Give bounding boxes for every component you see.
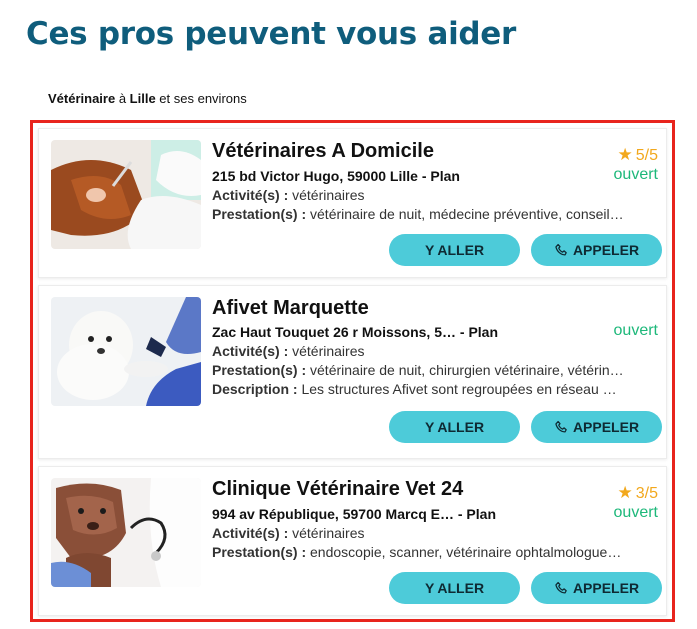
activity-label: Activité(s) : xyxy=(212,525,289,541)
activity-value: vétérinaires xyxy=(292,525,365,541)
activity-value: vétérinaires xyxy=(292,343,365,359)
description-line: Description : Les structures Afivet sont… xyxy=(212,381,664,397)
search-suffix: et ses environs xyxy=(155,91,247,106)
goto-label: Y ALLER xyxy=(424,580,485,596)
pro-address[interactable]: 994 av République, 59700 Marcq E… - Plan xyxy=(212,506,664,522)
services-value: vétérinaire de nuit, médecine préventive… xyxy=(310,206,624,222)
call-button[interactable]: APPELER xyxy=(531,234,662,266)
pro-photo[interactable] xyxy=(51,140,201,249)
shar-pei-puppy-stethoscope-photo-icon xyxy=(51,478,201,587)
search-city: Lille xyxy=(129,91,156,106)
search-category: Vétérinaire xyxy=(48,91,116,106)
rating-value: 3/5 xyxy=(635,485,658,502)
services-label: Prestation(s) : xyxy=(212,206,307,222)
call-button[interactable]: APPELER xyxy=(531,572,662,604)
rating: ★ 5/5 xyxy=(618,145,659,165)
results-list: Vétérinaires A Domicile ★ 5/5 ouvert 215 … xyxy=(30,120,675,622)
goto-button[interactable]: Y ALLER xyxy=(389,572,520,604)
phone-icon xyxy=(555,420,567,433)
call-label: APPELER xyxy=(572,580,640,596)
result-card[interactable]: Afivet Marquette ouvert Zac Haut Touquet… xyxy=(38,285,667,459)
pro-name[interactable]: Clinique Vétérinaire Vet 24 xyxy=(212,478,582,501)
result-card[interactable]: Clinique Vétérinaire Vet 24 ★ 3/5 ouvert … xyxy=(38,466,667,616)
goto-button[interactable]: Y ALLER xyxy=(389,234,520,266)
call-label: APPELER xyxy=(572,419,640,435)
description-value: Les structures Afivet sont regroupées en… xyxy=(301,381,617,397)
services-label: Prestation(s) : xyxy=(212,544,307,560)
services-line: Prestation(s) : vétérinaire de nuit, méd… xyxy=(212,206,664,222)
goto-label: Y ALLER xyxy=(424,242,485,258)
call-label: APPELER xyxy=(572,242,640,258)
services-line: Prestation(s) : endoscopie, scanner, vét… xyxy=(212,544,664,560)
pro-photo[interactable] xyxy=(51,478,201,587)
star-icon: ★ xyxy=(617,483,633,502)
goto-label: Y ALLER xyxy=(424,419,485,435)
description-label: Description : xyxy=(212,381,298,397)
services-label: Prestation(s) : xyxy=(212,362,307,378)
services-value: endoscopie, scanner, vétérinaire ophtalm… xyxy=(310,544,622,560)
goto-button[interactable]: Y ALLER xyxy=(389,411,520,443)
pro-address[interactable]: 215 bd Victor Hugo, 59000 Lille - Plan xyxy=(212,168,664,184)
pro-address[interactable]: Zac Haut Touquet 26 r Moissons, 5… - Pla… xyxy=(212,324,664,340)
dog-ear-exam-photo-icon xyxy=(51,140,201,249)
activity-line: Activité(s) : vétérinaires xyxy=(212,525,664,541)
search-context: Vétérinaire à Lille et ses environs xyxy=(48,91,247,106)
activity-line: Activité(s) : vétérinaires xyxy=(212,343,664,359)
result-card[interactable]: Vétérinaires A Domicile ★ 5/5 ouvert 215 … xyxy=(38,128,667,278)
rating: ★ 3/5 xyxy=(618,483,659,503)
pro-photo[interactable] xyxy=(51,297,201,406)
activity-label: Activité(s) : xyxy=(212,343,289,359)
services-value: vétérinaire de nuit, chirurgien vétérina… xyxy=(310,362,624,378)
pro-name[interactable]: Vétérinaires A Domicile xyxy=(212,140,582,163)
activity-line: Activité(s) : vétérinaires xyxy=(212,187,664,203)
phone-icon xyxy=(555,581,567,594)
activity-label: Activité(s) : xyxy=(212,187,289,203)
call-button[interactable]: APPELER xyxy=(531,411,662,443)
page-title: Ces pros peuvent vous aider xyxy=(26,16,517,52)
star-icon: ★ xyxy=(617,145,633,164)
search-separator: à xyxy=(115,91,130,106)
rating-value: 5/5 xyxy=(635,147,658,164)
activity-value: vétérinaires xyxy=(292,187,365,203)
phone-icon xyxy=(555,243,567,256)
services-line: Prestation(s) : vétérinaire de nuit, chi… xyxy=(212,362,664,378)
pro-name[interactable]: Afivet Marquette xyxy=(212,297,582,320)
white-dog-paw-bandage-photo-icon xyxy=(51,297,201,406)
